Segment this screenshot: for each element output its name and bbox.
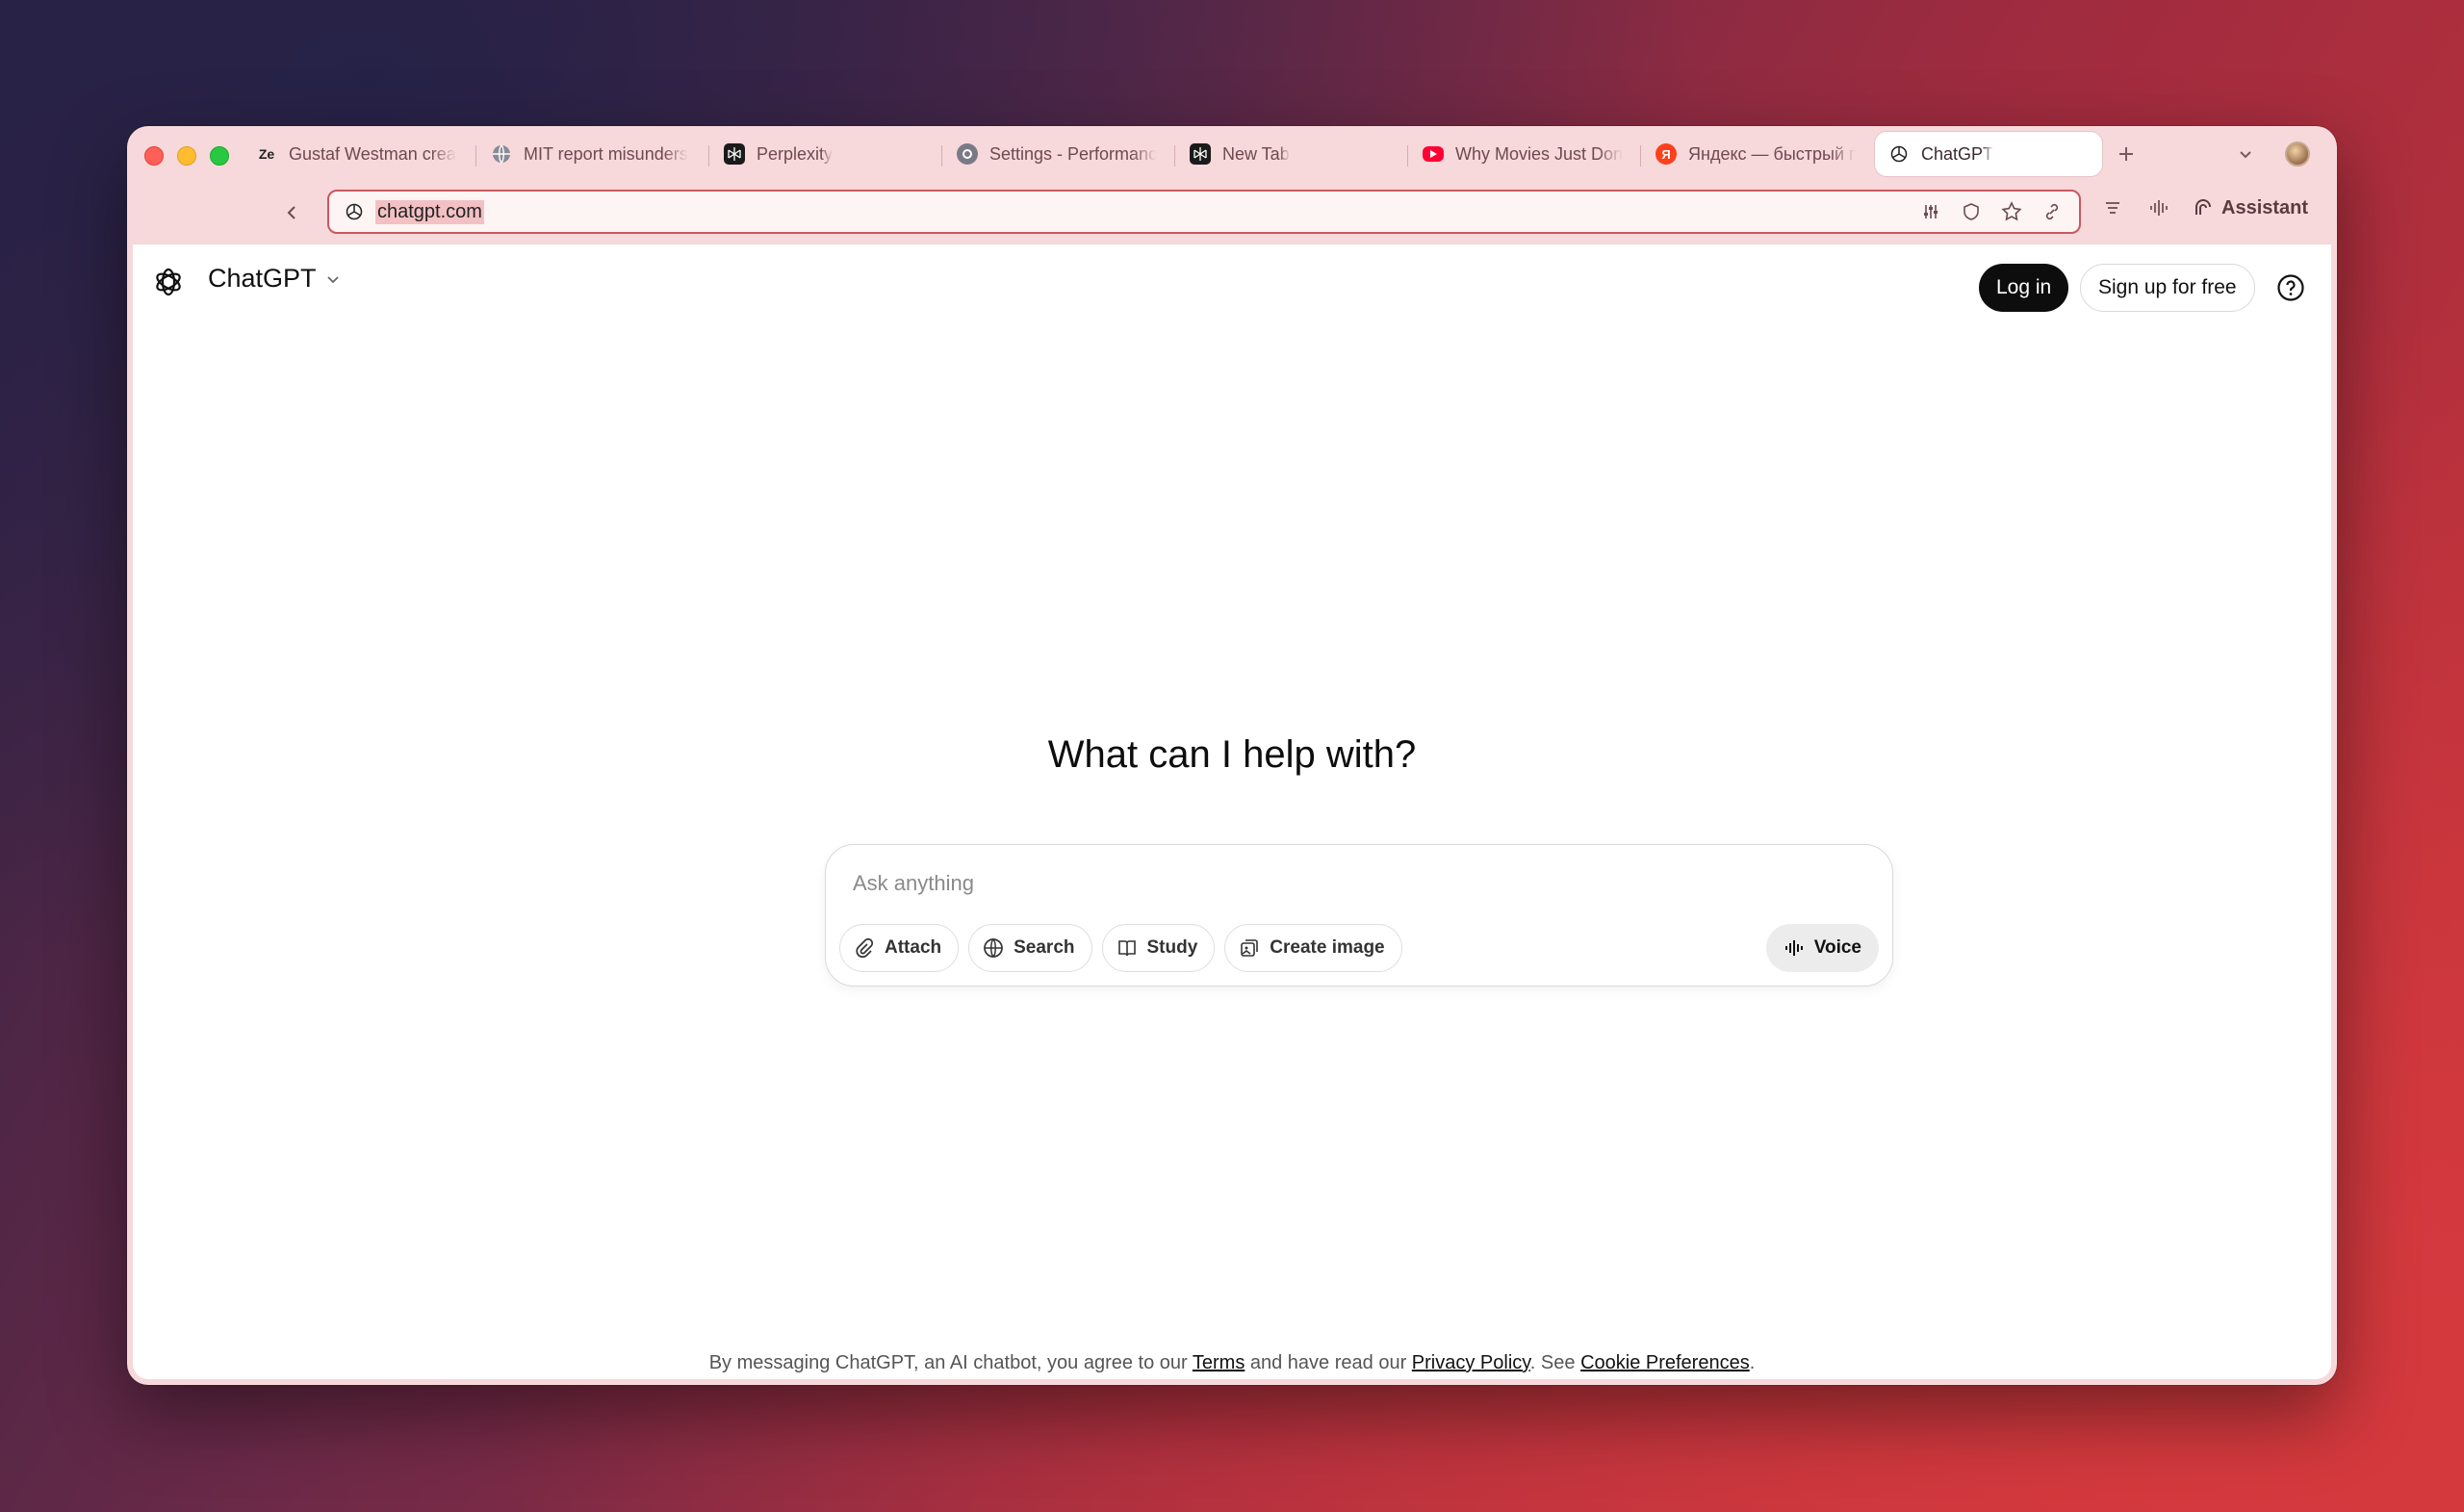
cookie-preferences-link[interactable]: Cookie Preferences [1580,1352,1750,1373]
tab-label: Why Movies Just Don [1455,143,1623,164]
tab-label: Settings - Performanc [989,143,1157,164]
model-name: ChatGPT [208,264,317,293]
tab-perplexity[interactable]: Perplexity [710,132,937,176]
tab-bar: Ze Gustaf Westman crea MIT report misund… [127,126,2337,186]
star-icon[interactable] [2000,200,2023,223]
paperclip-icon [856,937,874,959]
attach-label: Attach [885,937,942,958]
globe-icon [491,143,512,165]
shield-icon[interactable] [1960,200,1983,223]
settings-icon [957,143,978,165]
legal-notice: By messaging ChatGPT, an AI chatbot, you… [133,1352,2331,1374]
tab-gustaf-westman[interactable]: Ze Gustaf Westman crea [243,132,470,176]
link-icon[interactable] [2040,200,2064,223]
tab-yandex[interactable]: Я Яндекс — быстрый п [1642,132,1869,176]
tab-label: New Tab [1222,143,1290,164]
tab-label: Gustaf Westman crea [289,143,456,164]
tab-label: MIT report misunders [524,143,688,164]
study-button[interactable]: Study [1101,924,1216,972]
assistant-button[interactable]: Assistant [2193,197,2308,219]
zen-icon: Ze [258,146,275,162]
search-label: Search [1014,937,1075,958]
sliders-icon[interactable] [1919,200,1942,223]
legal-text: and have read our [1245,1352,1412,1373]
window-controls [144,146,229,166]
create-image-label: Create image [1270,937,1385,958]
openai-icon [1888,143,1910,165]
prompt-input[interactable] [853,866,1719,901]
page-header: ChatGPT Log in Sign up for free [133,244,2331,321]
reader-mode-icon[interactable] [2100,195,2125,220]
model-selector[interactable]: ChatGPT [208,264,342,294]
composer: Attach Search Study Create image Voice [825,844,1893,987]
youtube-icon [1423,146,1444,162]
tab-label: Яндекс — быстрый п [1688,143,1856,164]
tab-chatgpt[interactable]: ChatGPT [1875,132,2102,176]
page-title: What can I help with? [1047,733,1417,776]
tab-label: ChatGPT [1921,143,1994,164]
signup-button[interactable]: Sign up for free [2080,264,2255,312]
tab-mit-report[interactable]: MIT report misunders [477,132,705,176]
tab-list-chevron-icon[interactable] [2231,140,2260,168]
assistant-label: Assistant [2221,196,2309,218]
perplexity-icon [1190,143,1211,165]
search-button[interactable]: Search [968,924,1092,972]
image-icon [1241,939,1259,957]
privacy-policy-link[interactable]: Privacy Policy [1412,1352,1530,1373]
openai-icon [345,202,364,221]
help-icon[interactable] [2276,273,2305,302]
yandex-icon: Я [1656,143,1677,165]
perplexity-icon [724,143,745,165]
navigation-bar: chatgpt.com Assistant [127,186,2337,243]
close-window-button[interactable] [144,146,164,166]
new-tab-button[interactable] [2110,138,2143,170]
voice-label: Voice [1813,937,1861,958]
address-bar[interactable]: chatgpt.com [327,190,2081,234]
legal-text: By messaging ChatGPT, an AI chatbot, you… [708,1352,1193,1373]
attach-button[interactable]: Attach [839,924,960,972]
tab-settings[interactable]: Settings - Performanc [943,132,1170,176]
chatgpt-page: ChatGPT Log in Sign up for free What can… [133,243,2331,1379]
back-icon[interactable] [275,195,310,230]
tab-label: Perplexity [757,143,834,164]
zoom-window-button[interactable] [210,146,229,166]
minimize-window-button[interactable] [177,146,196,166]
assistant-icon [2193,197,2214,218]
study-label: Study [1146,937,1198,958]
create-image-button[interactable]: Create image [1224,924,1402,972]
login-button[interactable]: Log in [1979,264,2069,312]
voice-button[interactable]: Voice [1765,924,1879,972]
tab-youtube[interactable]: Why Movies Just Don [1409,132,1636,176]
chevron-down-icon [324,270,342,288]
legal-text: . [1749,1352,1756,1373]
openai-logo-icon[interactable] [152,266,185,298]
url-text[interactable]: chatgpt.com [375,199,484,224]
audio-waveform-icon[interactable] [2146,195,2171,220]
tab-new-tab[interactable]: New Tab [1176,132,1403,176]
globe-icon [984,938,1003,958]
voice-waveform-icon [1784,940,1803,956]
book-icon [1117,940,1136,957]
terms-link[interactable]: Terms [1193,1352,1245,1373]
profile-avatar[interactable] [2285,141,2310,167]
browser-window: Ze Gustaf Westman crea MIT report misund… [127,126,2337,1385]
legal-text: . See [1529,1352,1581,1373]
